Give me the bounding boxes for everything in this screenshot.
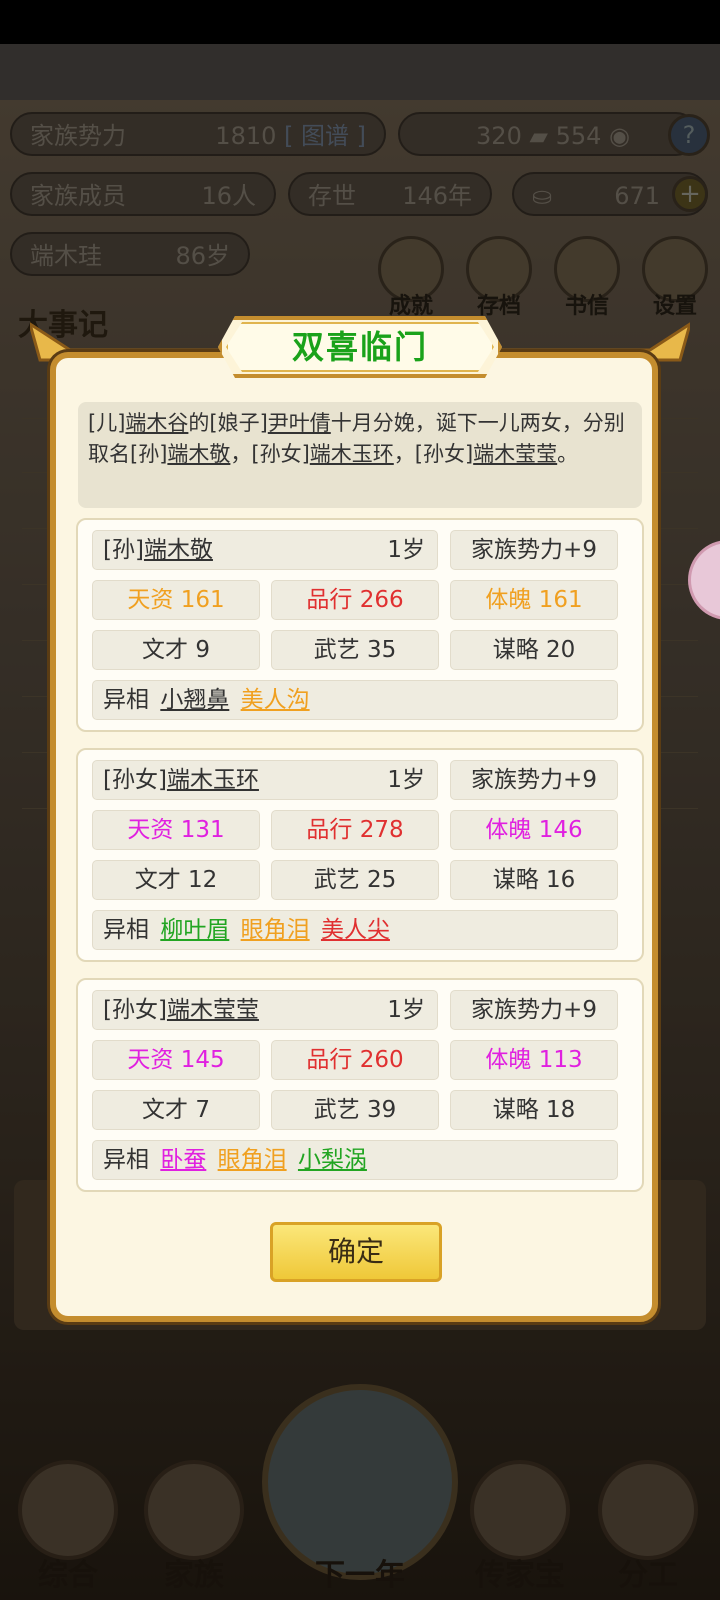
child-name[interactable]: 端木玉环 bbox=[167, 767, 259, 793]
literacy-stat: 文才 9 bbox=[92, 630, 260, 670]
child-card: [孙女]端木莹莹 1岁 家族势力+9 天资 145 品行 260 体魄 113 文才 7 武艺… bbox=[76, 978, 644, 1192]
martial-stat: 武艺 25 bbox=[271, 860, 439, 900]
family-power-bonus: 家族势力+9 bbox=[450, 990, 618, 1030]
literacy-stat: 文才 12 bbox=[92, 860, 260, 900]
child-card: [孙]端木敬 1岁 家族势力+9 天资 161 品行 266 体魄 161 文才 9 武艺 3… bbox=[76, 518, 644, 732]
traits-row: 异相 小翘鼻 美人沟 bbox=[92, 680, 618, 720]
trait-tag[interactable]: 小翘鼻 bbox=[160, 687, 229, 713]
trait-tag[interactable]: 美人沟 bbox=[241, 687, 310, 713]
child-age: 1岁 bbox=[387, 997, 425, 1023]
trait-tag[interactable]: 美人尖 bbox=[321, 917, 390, 943]
traits-label: 异相 bbox=[103, 917, 149, 943]
morality-stat: 品行 266 bbox=[271, 580, 439, 620]
person-link[interactable]: 尹叶倩 bbox=[268, 411, 331, 435]
family-power-bonus: 家族势力+9 bbox=[450, 760, 618, 800]
trait-tag[interactable]: 卧蚕 bbox=[160, 1147, 206, 1173]
child-age: 1岁 bbox=[387, 537, 425, 563]
dialog-title: 双喜临门 bbox=[291, 328, 428, 366]
strategy-stat: 谋略 20 bbox=[450, 630, 618, 670]
talent-stat: 天资 145 bbox=[92, 1040, 260, 1080]
confirm-button[interactable]: 确定 bbox=[270, 1222, 442, 1282]
family-power-bonus: 家族势力+9 bbox=[450, 530, 618, 570]
trait-tag[interactable]: 小梨涡 bbox=[298, 1147, 367, 1173]
child-age: 1岁 bbox=[387, 767, 425, 793]
person-link[interactable]: 端木玉环 bbox=[310, 442, 394, 466]
morality-stat: 品行 278 bbox=[271, 810, 439, 850]
morality-stat: 品行 260 bbox=[271, 1040, 439, 1080]
physique-stat: 体魄 146 bbox=[450, 810, 618, 850]
talent-stat: 天资 131 bbox=[92, 810, 260, 850]
strategy-stat: 谋略 18 bbox=[450, 1090, 618, 1130]
event-description: [儿]端木谷的[娘子]尹叶倩十月分娩，诞下一儿两女，分别取名[孙]端木敬，[孙女… bbox=[78, 402, 642, 508]
child-card: [孙女]端木玉环 1岁 家族势力+9 天资 131 品行 278 体魄 146 文才 12 武… bbox=[76, 748, 644, 962]
talent-stat: 天资 161 bbox=[92, 580, 260, 620]
status-bar bbox=[0, 0, 720, 44]
person-link[interactable]: 端木敬 bbox=[167, 442, 230, 466]
traits-label: 异相 bbox=[103, 687, 149, 713]
traits-row: 异相 柳叶眉 眼角泪 美人尖 bbox=[92, 910, 618, 950]
traits-label: 异相 bbox=[103, 1147, 149, 1173]
trait-tag[interactable]: 眼角泪 bbox=[218, 1147, 287, 1173]
child-name[interactable]: 端木敬 bbox=[144, 537, 213, 563]
person-link[interactable]: 端木莹莹 bbox=[473, 442, 557, 466]
trait-tag[interactable]: 眼角泪 bbox=[241, 917, 310, 943]
martial-stat: 武艺 35 bbox=[271, 630, 439, 670]
martial-stat: 武艺 39 bbox=[271, 1090, 439, 1130]
traits-row: 异相 卧蚕 眼角泪 小梨涡 bbox=[92, 1140, 618, 1180]
child-name-cell[interactable]: [孙女]端木莹莹 1岁 bbox=[92, 990, 438, 1030]
physique-stat: 体魄 161 bbox=[450, 580, 618, 620]
strategy-stat: 谋略 16 bbox=[450, 860, 618, 900]
child-name-cell[interactable]: [孙女]端木玉环 1岁 bbox=[92, 760, 438, 800]
trait-tag[interactable]: 柳叶眉 bbox=[160, 917, 229, 943]
physique-stat: 体魄 113 bbox=[450, 1040, 618, 1080]
person-link[interactable]: 端木谷 bbox=[125, 411, 188, 435]
child-name[interactable]: 端木莹莹 bbox=[167, 997, 259, 1023]
literacy-stat: 文才 7 bbox=[92, 1090, 260, 1130]
child-name-cell[interactable]: [孙]端木敬 1岁 bbox=[92, 530, 438, 570]
